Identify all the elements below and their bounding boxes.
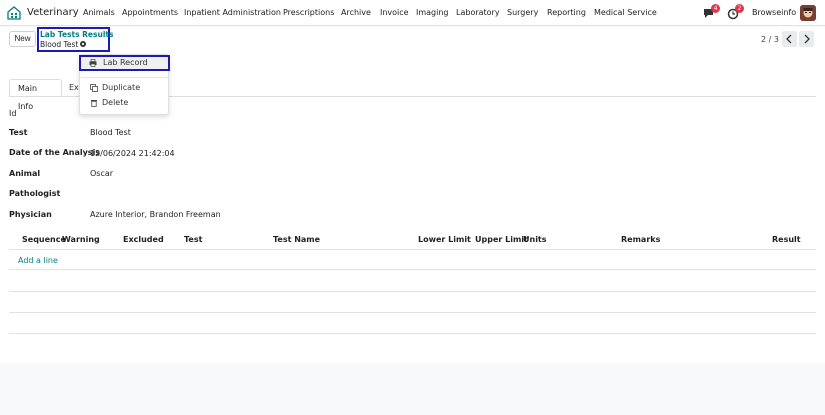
top-navbar: Veterinary Animals Appointments Inpatien… <box>0 0 825 26</box>
menu-prescriptions[interactable]: Prescriptions <box>283 8 334 17</box>
activity-badge: 2 <box>735 4 744 13</box>
test-value[interactable]: Blood Test <box>90 128 131 137</box>
physician-value[interactable]: Azure Interior, Brandon Freeman <box>90 210 221 219</box>
lab-record-label: Lab Record <box>103 58 148 67</box>
tab-main-info[interactable]: Main Info <box>9 79 62 111</box>
animal-label: Animal <box>9 169 41 178</box>
column-test-name[interactable]: Test Name <box>273 235 320 244</box>
column-result[interactable]: Result <box>772 235 801 244</box>
breadcrumb-current: Blood Test <box>40 40 79 49</box>
menu-imaging[interactable]: Imaging <box>416 8 449 17</box>
table-row <box>9 291 816 292</box>
date-label: Date of the Analysis <box>9 148 101 157</box>
column-upper-limit[interactable]: Upper Limit <box>475 235 528 244</box>
pager-previous-button[interactable] <box>782 31 797 47</box>
menu-animals[interactable]: Animals <box>83 8 115 17</box>
user-menu-name[interactable]: Browseinfo <box>752 8 796 17</box>
duplicate-label: Duplicate <box>102 83 141 92</box>
copy-icon <box>90 84 98 92</box>
date-value[interactable]: 12/06/2024 21:42:04 <box>90 149 175 158</box>
chevron-left-icon <box>786 34 792 44</box>
column-test[interactable]: Test <box>184 235 202 244</box>
pager-next-button[interactable] <box>799 31 814 47</box>
delete-label: Delete <box>102 98 129 107</box>
table-row <box>9 269 816 270</box>
test-label: Test <box>9 128 28 137</box>
column-remarks[interactable]: Remarks <box>621 235 660 244</box>
add-line-link[interactable]: Add a line <box>18 256 58 265</box>
menu-medical-service[interactable]: Medical Service <box>594 8 657 17</box>
table-row <box>9 333 816 334</box>
messages-badge: 4 <box>711 4 720 13</box>
menu-appointments[interactable]: Appointments <box>122 8 178 17</box>
menu-archive[interactable]: Archive <box>341 8 371 17</box>
table-row <box>9 312 816 313</box>
menu-laboratory[interactable]: Laboratory <box>456 8 500 17</box>
app-brand[interactable]: Veterinary <box>27 7 79 18</box>
menu-inpatient-administration[interactable]: Inpatient Administration <box>184 8 281 17</box>
menu-surgery[interactable]: Surgery <box>507 8 538 17</box>
column-units[interactable]: Units <box>523 235 547 244</box>
user-avatar-icon <box>800 5 816 21</box>
breadcrumb-parent-link[interactable]: Lab Tests Results <box>40 30 113 39</box>
duplicate-menu-item[interactable]: Duplicate <box>80 82 168 94</box>
column-sequence[interactable]: Sequence <box>22 235 66 244</box>
column-lower-limit[interactable]: Lower Limit <box>418 235 471 244</box>
gear-icon[interactable] <box>79 40 87 48</box>
lab-record-menu-item[interactable]: Lab Record <box>79 55 170 71</box>
physician-label: Physician <box>9 210 52 219</box>
pager-value[interactable]: 2 / 3 <box>761 35 779 44</box>
menu-divider <box>81 77 169 78</box>
print-icon <box>89 59 97 67</box>
avatar[interactable] <box>800 5 816 21</box>
chevron-right-icon <box>804 34 810 44</box>
home-menu-icon[interactable] <box>7 6 21 20</box>
menu-invoice[interactable]: Invoice <box>380 8 409 17</box>
delete-menu-item[interactable]: Delete <box>80 97 168 109</box>
table-header-divider <box>9 249 816 250</box>
id-label: Id <box>9 109 17 118</box>
animal-value[interactable]: Oscar <box>90 169 113 178</box>
trash-icon <box>91 100 97 107</box>
column-warning[interactable]: Warning <box>62 235 100 244</box>
column-excluded[interactable]: Excluded <box>123 235 164 244</box>
menu-reporting[interactable]: Reporting <box>547 8 586 17</box>
new-button[interactable]: New <box>9 31 36 47</box>
pathologist-label: Pathologist <box>9 189 61 198</box>
